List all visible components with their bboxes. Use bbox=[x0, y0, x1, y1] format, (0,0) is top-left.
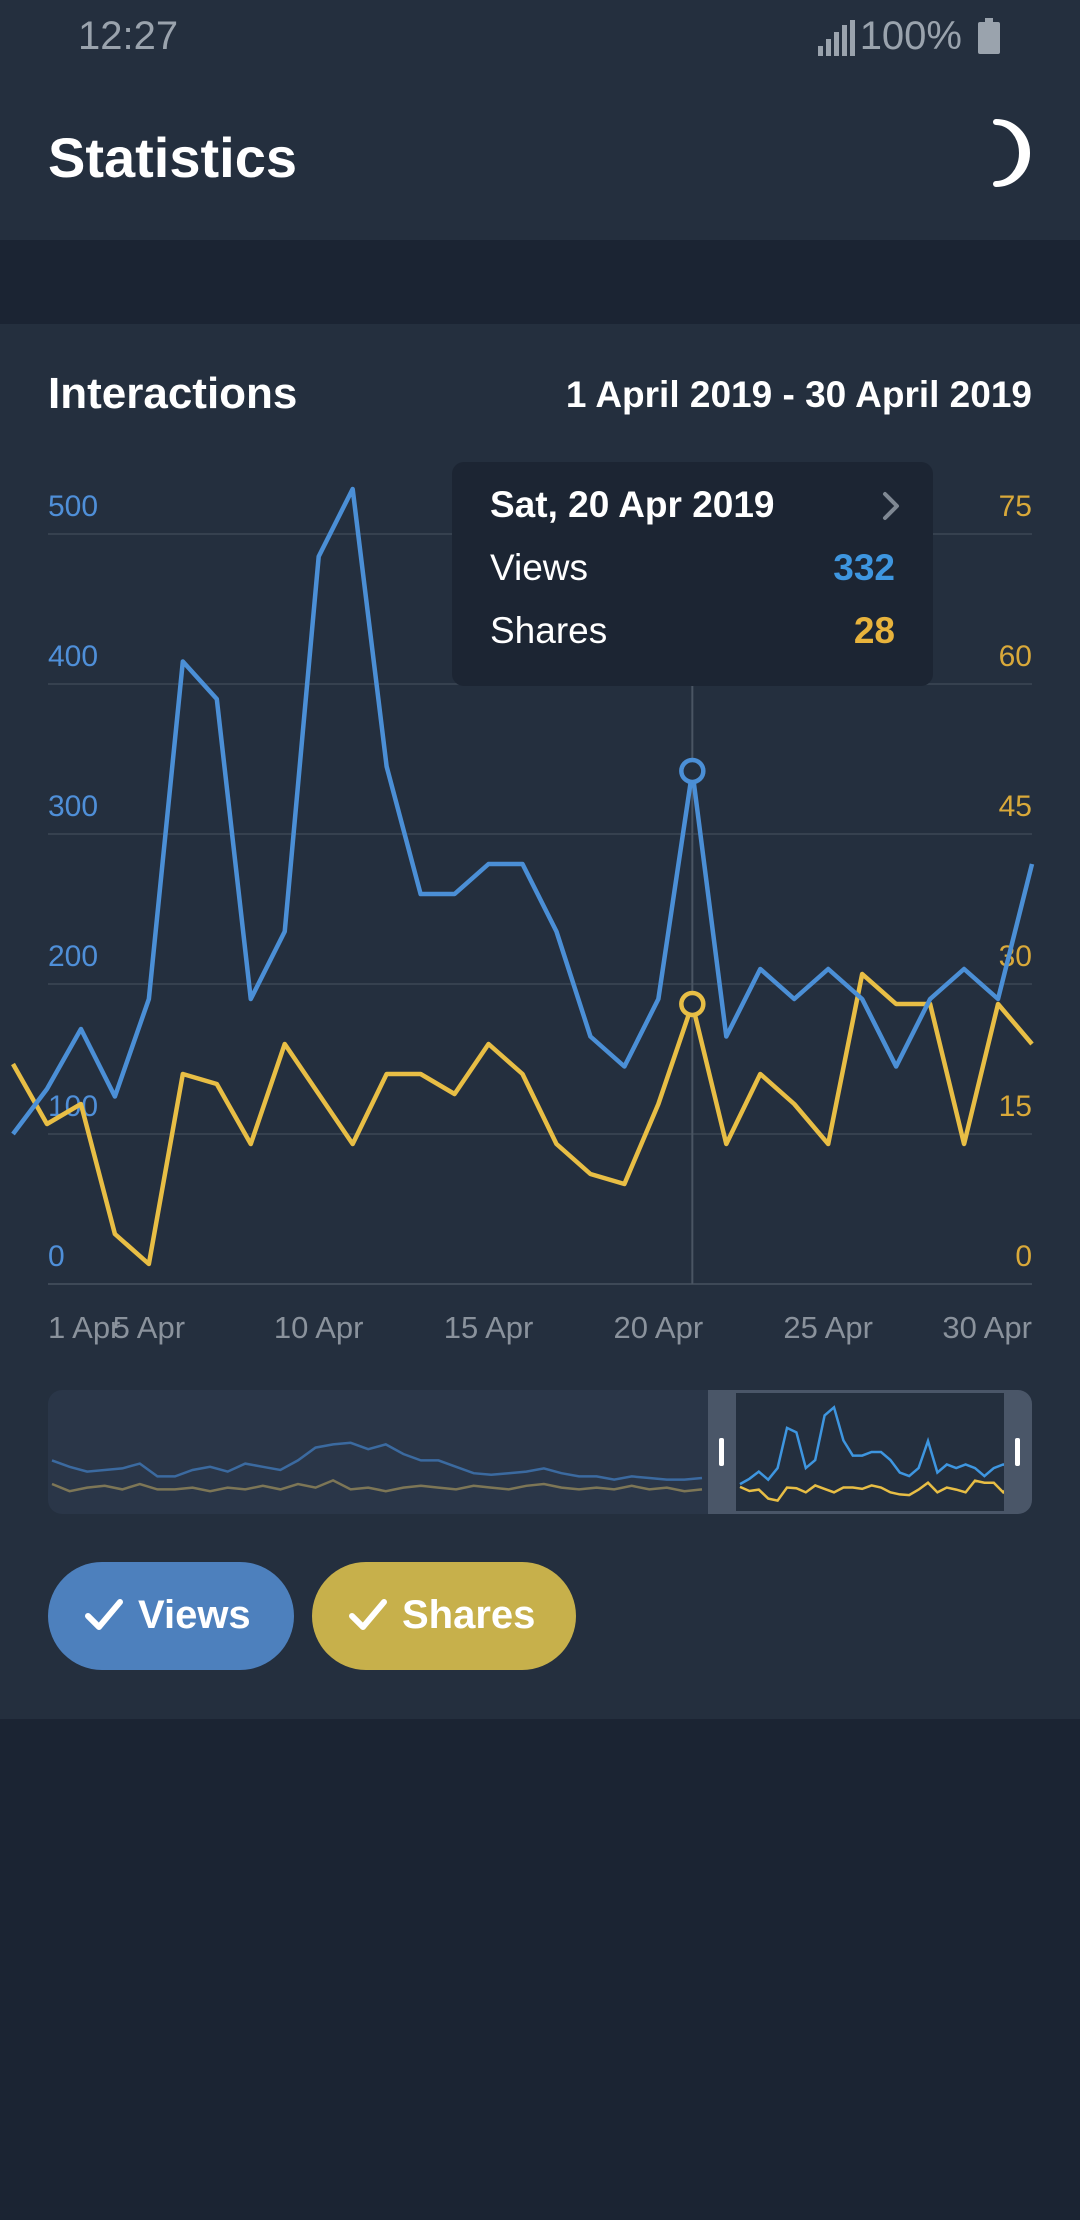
range-navigator[interactable] bbox=[48, 1390, 1032, 1514]
chip-label-views: Views bbox=[138, 1593, 251, 1637]
views-toggle-chip[interactable]: Views bbox=[48, 1562, 294, 1670]
navigator-history-views bbox=[51, 1441, 703, 1481]
shares-highlight-point bbox=[679, 990, 706, 1018]
navigator-left-grip bbox=[719, 1438, 724, 1466]
left-axis-tick-label: 400 bbox=[48, 640, 98, 673]
tooltip-shares-value: 28 bbox=[853, 610, 895, 651]
tooltip-views-label: Views bbox=[490, 547, 589, 588]
navigator-bottom-border bbox=[736, 1511, 1004, 1514]
right-axis-tick-label: 15 bbox=[999, 1090, 1032, 1123]
left-axis-tick-label: 200 bbox=[48, 940, 98, 973]
x-tick-label: 25 Apr bbox=[783, 1310, 873, 1345]
navigator-right-grip bbox=[1015, 1438, 1020, 1466]
shares-toggle-chip[interactable]: Shares bbox=[312, 1562, 576, 1670]
navigator-history-shares bbox=[51, 1479, 703, 1493]
chart-tooltip[interactable]: Sat, 20 Apr 2019 Views 332 Shares 28 bbox=[452, 462, 933, 686]
views-highlight-point bbox=[679, 757, 706, 785]
left-axis-tick-label: 500 bbox=[48, 490, 98, 523]
right-axis-tick-label: 60 bbox=[999, 640, 1032, 673]
x-tick-label: 10 Apr bbox=[274, 1310, 364, 1345]
left-axis-tick-label: 0 bbox=[48, 1240, 65, 1273]
chip-label-shares: Shares bbox=[402, 1593, 536, 1637]
tooltip-views-value: 332 bbox=[833, 547, 895, 588]
x-tick-label: 1 Apr bbox=[48, 1310, 120, 1345]
check-icon bbox=[85, 1599, 123, 1630]
navigator-preview bbox=[51, 1390, 1032, 1514]
right-axis-tick-label: 75 bbox=[999, 490, 1032, 523]
x-tick-label: 20 Apr bbox=[614, 1310, 704, 1345]
x-tick-label: 5 Apr bbox=[113, 1310, 185, 1345]
right-axis-tick-label: 0 bbox=[1015, 1240, 1032, 1273]
check-icon bbox=[349, 1599, 387, 1630]
shares-series-line bbox=[11, 971, 1034, 1267]
interactions-chart[interactable]: 0 0100 15200 30300 45400 60500 751 Apr5 Apr 10 … bbox=[0, 0, 1080, 1420]
x-tick-label: 30 Apr bbox=[942, 1310, 1032, 1345]
tooltip-date: Sat, 20 Apr 2019 bbox=[490, 484, 775, 525]
left-axis-tick-label: 300 bbox=[48, 790, 98, 823]
chevron-right-icon[interactable] bbox=[879, 488, 903, 524]
tooltip-shares-label: Shares bbox=[490, 610, 608, 651]
x-tick-label: 15 Apr bbox=[444, 1310, 534, 1345]
right-axis-tick-label: 45 bbox=[999, 790, 1032, 823]
navigator-top-border bbox=[736, 1390, 1004, 1393]
